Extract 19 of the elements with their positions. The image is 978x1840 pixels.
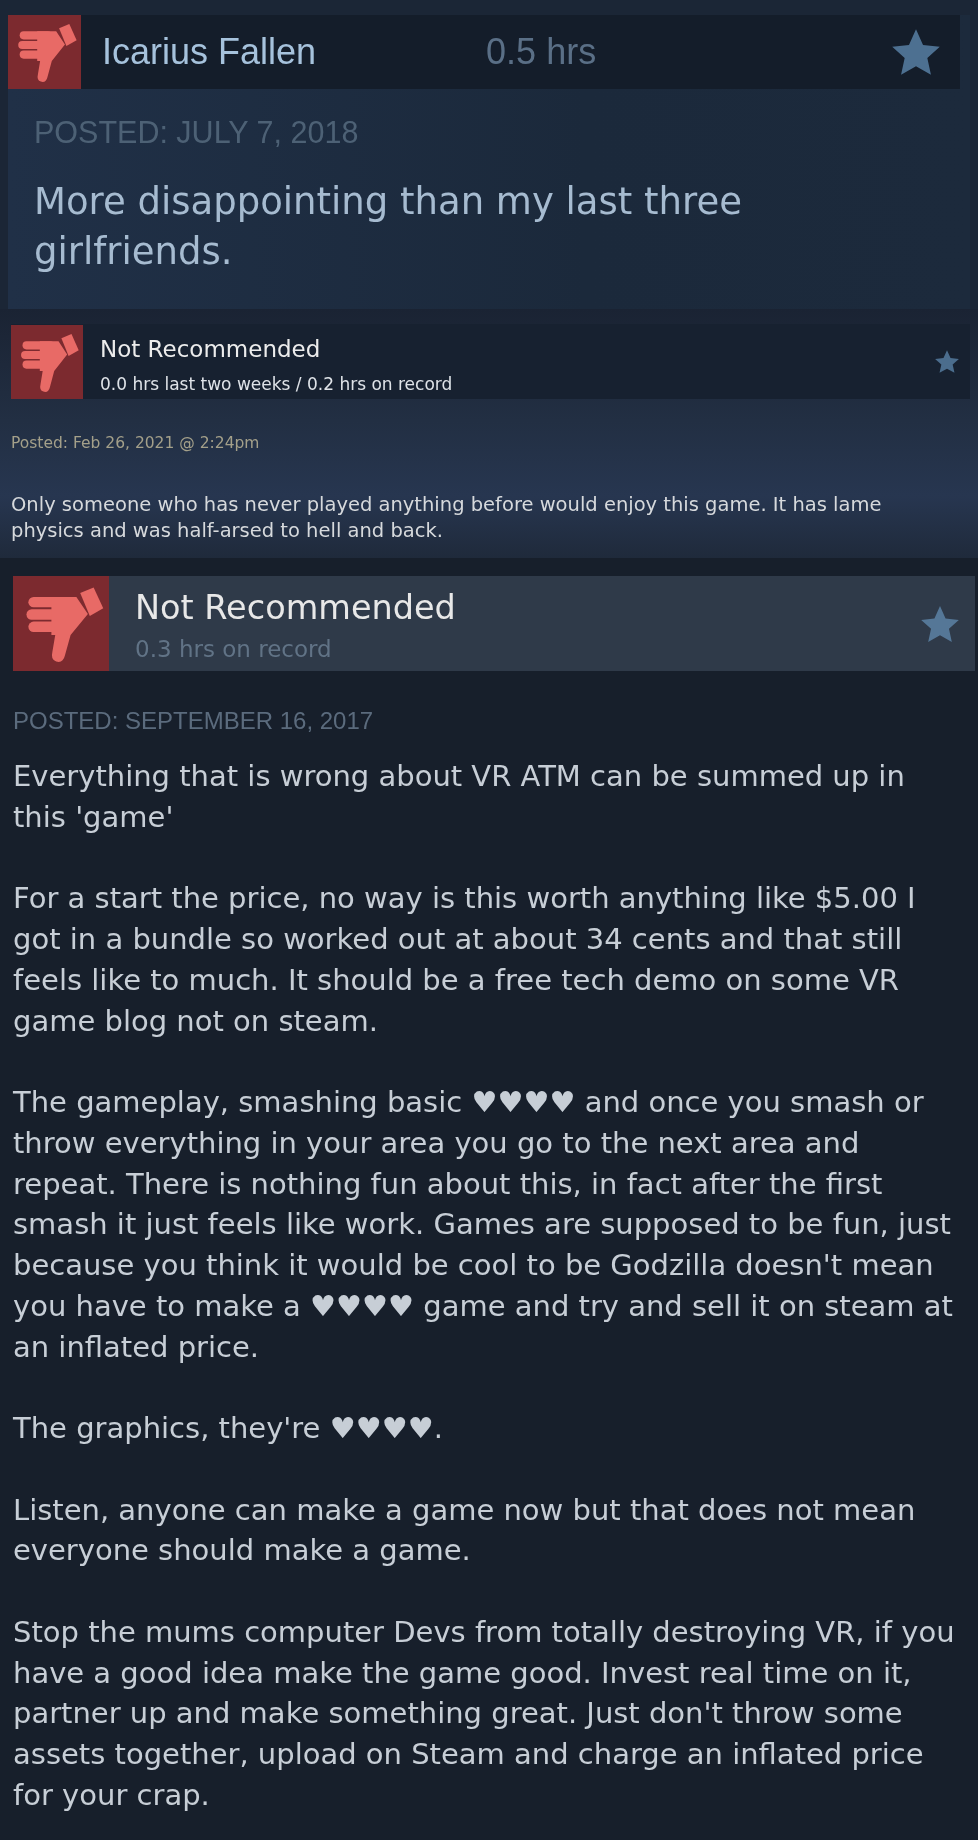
review-text: More disappointing than my last three girlfriends. (34, 179, 743, 275)
hours-played: 0.5 hrs (486, 31, 597, 73)
star-icon (921, 605, 959, 642)
posted-date: POSTED: SEPTEMBER 16, 2017 (13, 707, 375, 735)
hours-played: 0.0 hrs last two weeks / 0.2 hrs on record (100, 373, 453, 396)
review-text: Stop the mums computer Devs from totally destroying VR, if you have a good idea make the game good. Invest real time on it, partner up and make something great. Just don't throw some assets together, upload on Steam and charge an inflated price for your crap. (13, 1613, 956, 1814)
star-icon (935, 350, 959, 373)
review-text: Only someone who has never played anything before would enjoy this game. It has lame physics and was half-arsed to hell and back. (11, 492, 883, 544)
recommendation-label: Not Recommended (135, 588, 456, 628)
reviewer-name: Icarius Fallen (102, 31, 317, 73)
star-icon (892, 29, 940, 75)
review-text: Everything that is wrong about VR ATM can be summed up in this 'game' (13, 758, 906, 836)
review-text: The gameplay, smashing basic ♥♥♥♥ and once you smash or throw everything in your area you go to the next area and repeat. There is nothing fun about this, in fact after the first smash it just feels like work. Games are supposed to be fun, just because you think it would be cool to be Godzilla doesn't mean you have to make a ♥♥♥♥ game and try and sell it on steam at an inflated price. (13, 1084, 954, 1366)
hours-played: 0.3 hrs on record (135, 635, 333, 663)
posted-date: Posted: Feb 26, 2021 @ 2:24pm (11, 433, 261, 453)
review-text: The graphics, they're ♥♥♥♥. (13, 1410, 444, 1447)
review-text: Listen, anyone can make a game now but that does not mean everyone should make a game. (13, 1491, 917, 1570)
recommendation-label: Not Recommended (100, 335, 322, 363)
review-text: For a start the price, no way is this worth anything like $5.00 I got in a bundle so worked out at about 34 cents and that still feels like to much. It should be a free tech demo on some VR game blog not on steam. (13, 880, 917, 1040)
